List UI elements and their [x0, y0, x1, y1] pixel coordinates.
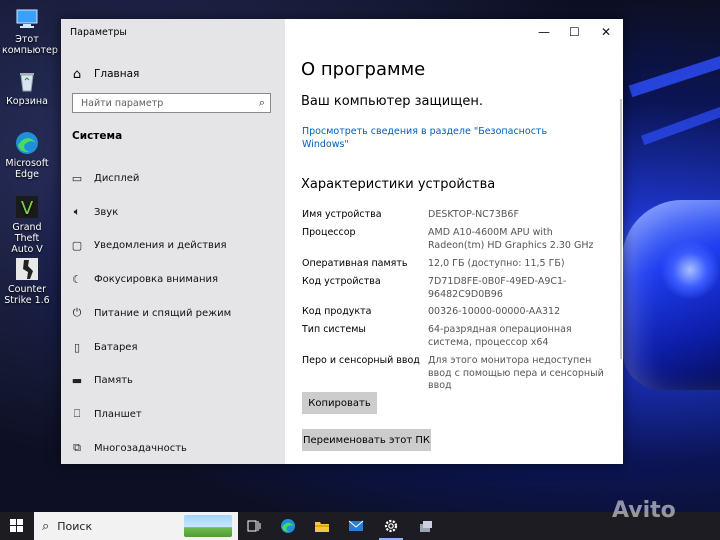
recycle-bin-icon	[14, 68, 40, 94]
sound-icon: 🔈︎	[73, 205, 81, 218]
desktop-icon-label: Microsoft	[5, 158, 49, 169]
nav-item-label: Память	[94, 374, 133, 386]
search-icon: ⌕	[258, 96, 265, 109]
desktop-icon-label: компьютер	[2, 45, 58, 56]
nav-item-display[interactable]: ▭ Дисплей	[70, 169, 140, 187]
power-icon: ⏻	[72, 306, 82, 319]
nav-item-storage[interactable]: ▬ Память	[70, 371, 133, 389]
svg-text:V: V	[21, 198, 34, 219]
this-pc-icon	[14, 6, 40, 32]
focus-assist-icon: ☾	[72, 272, 82, 286]
nav-home-label: Главная	[94, 68, 140, 80]
spec-label: Имя устройства	[302, 209, 382, 220]
nav-item-tablet[interactable]: ⎕ Планшет	[70, 405, 142, 423]
task-view-icon[interactable]	[244, 517, 264, 535]
desktop-icon-label: Counter	[8, 284, 46, 295]
nav-item-label: Фокусировка внимания	[94, 273, 219, 285]
nav-item-label: Многозадачность	[94, 442, 187, 454]
nav-item-label: Планшет	[94, 408, 142, 420]
desktop-icon-label: Strike 1.6	[4, 295, 50, 306]
windows-logo-icon	[17, 519, 23, 525]
spec-value: 7D71D8FE-0B0F-49ED-A9C1-96482C9D0B96	[428, 276, 567, 300]
spec-label: Оперативная память	[302, 258, 408, 269]
settings-icon[interactable]	[381, 517, 401, 535]
protection-heading: Ваш компьютер защищен.	[301, 94, 484, 109]
wallpaper-highlight	[660, 240, 720, 300]
desktop-icon-label: Этот	[15, 34, 39, 45]
gta-icon: V	[14, 194, 40, 220]
spec-value: 64-разрядная операционная система, проце…	[428, 324, 572, 348]
avito-watermark: Avito	[612, 498, 676, 523]
edge-icon[interactable]	[278, 517, 298, 535]
section-title: Система	[72, 130, 123, 142]
page-title: О программе	[301, 59, 426, 80]
settings-search-input[interactable]: Найти параметр ⌕	[72, 93, 271, 113]
app-icon[interactable]	[416, 517, 436, 535]
desktop-icon-this-pc[interactable]: Этот компьютер	[2, 6, 58, 56]
windows-logo-icon	[10, 519, 16, 525]
nav-item-notifications[interactable]: ▢ Уведомления и действия	[70, 236, 227, 254]
nav-item-label: Уведомления и действия	[94, 239, 227, 251]
spec-value: Для этого монитора недоступен ввод с пом…	[428, 355, 604, 391]
start-button[interactable]	[10, 519, 24, 533]
nav-item-multitasking[interactable]: ⧉ Многозадачность	[70, 439, 187, 457]
desktop-icon-label: Grand Theft	[12, 222, 42, 244]
desktop-icon-label: Edge	[15, 169, 39, 180]
search-placeholder: Найти параметр	[81, 97, 164, 109]
desktop-icon-counter-strike[interactable]: Counter Strike 1.6	[2, 256, 52, 306]
nav-item-sound[interactable]: 🔈︎ Звук	[70, 203, 119, 221]
spec-label: Процессор	[302, 227, 356, 238]
spec-label: Тип системы	[302, 324, 366, 335]
nav-item-label: Дисплей	[94, 172, 140, 184]
spec-label: Код продукта	[302, 306, 372, 317]
taskbar-search-box[interactable]: ⌕ Поиск	[34, 512, 238, 540]
copy-button[interactable]: Копировать	[302, 392, 377, 414]
taskbar-search-label: Поиск	[57, 519, 93, 533]
edge-icon	[14, 130, 40, 156]
home-icon: ⌂	[72, 66, 82, 82]
desktop-icon-gta[interactable]: V Grand Theft Auto V	[2, 194, 52, 255]
search-highlight-image	[184, 515, 232, 537]
spec-label: Код устройства	[302, 276, 381, 287]
counter-strike-icon	[14, 256, 40, 282]
multitasking-icon: ⧉	[73, 441, 81, 454]
tablet-icon: ⎕	[73, 407, 81, 420]
windows-logo-icon	[17, 526, 23, 532]
nav-item-label: Батарея	[94, 341, 138, 353]
storage-icon: ▬	[71, 373, 83, 387]
spec-value: 12,0 ГБ (доступно: 11,5 ГБ)	[428, 258, 565, 269]
desktop-icon-edge[interactable]: Microsoft Edge	[2, 130, 52, 180]
window-title: Параметры	[70, 27, 127, 38]
spec-value: DESKTOP-NC73B6F	[428, 209, 519, 220]
security-details-link[interactable]: Просмотреть сведения в разделе "Безопасн…	[302, 125, 552, 151]
mail-icon[interactable]	[346, 517, 366, 535]
file-explorer-icon[interactable]	[312, 517, 332, 535]
close-button[interactable]: ✕	[601, 25, 611, 39]
nav-item-battery[interactable]: ▯ Батарея	[70, 338, 138, 356]
desktop-icon-label: Auto V	[11, 244, 43, 255]
device-specs-heading: Характеристики устройства	[301, 177, 496, 192]
nav-item-label: Звук	[94, 206, 119, 218]
desktop-icon-label: Корзина	[6, 96, 48, 107]
rename-pc-button[interactable]: Переименовать этот ПК	[302, 429, 431, 451]
scrollbar[interactable]	[620, 99, 622, 359]
spec-label: Перо и сенсорный ввод	[302, 355, 420, 366]
settings-window: Параметры ⌂ Главная Найти параметр ⌕ Сис…	[61, 19, 623, 464]
nav-item-focus-assist[interactable]: ☾ Фокусировка внимания	[70, 270, 218, 288]
nav-home[interactable]: ⌂ Главная	[70, 65, 140, 83]
settings-content: — ☐ ✕ О программе Ваш компьютер защищен.…	[285, 19, 623, 464]
minimize-button[interactable]: —	[538, 25, 550, 39]
spec-value: 00326-10000-00000-AA312	[428, 306, 561, 317]
display-icon: ▭	[71, 171, 83, 185]
spec-value: AMD A10-4600M APU with Radeon(tm) HD Gra…	[428, 227, 594, 251]
windows-logo-icon	[10, 526, 16, 532]
nav-item-power[interactable]: ⏻ Питание и спящий режим	[70, 304, 232, 322]
battery-icon: ▯	[73, 340, 81, 354]
notifications-icon: ▢	[71, 238, 83, 252]
search-icon: ⌕	[42, 518, 50, 534]
desktop-icon-recycle-bin[interactable]: Корзина	[2, 68, 52, 107]
maximize-button[interactable]: ☐	[569, 25, 580, 39]
settings-sidebar: Параметры ⌂ Главная Найти параметр ⌕ Сис…	[61, 19, 285, 464]
nav-item-label: Питание и спящий режим	[94, 307, 232, 319]
